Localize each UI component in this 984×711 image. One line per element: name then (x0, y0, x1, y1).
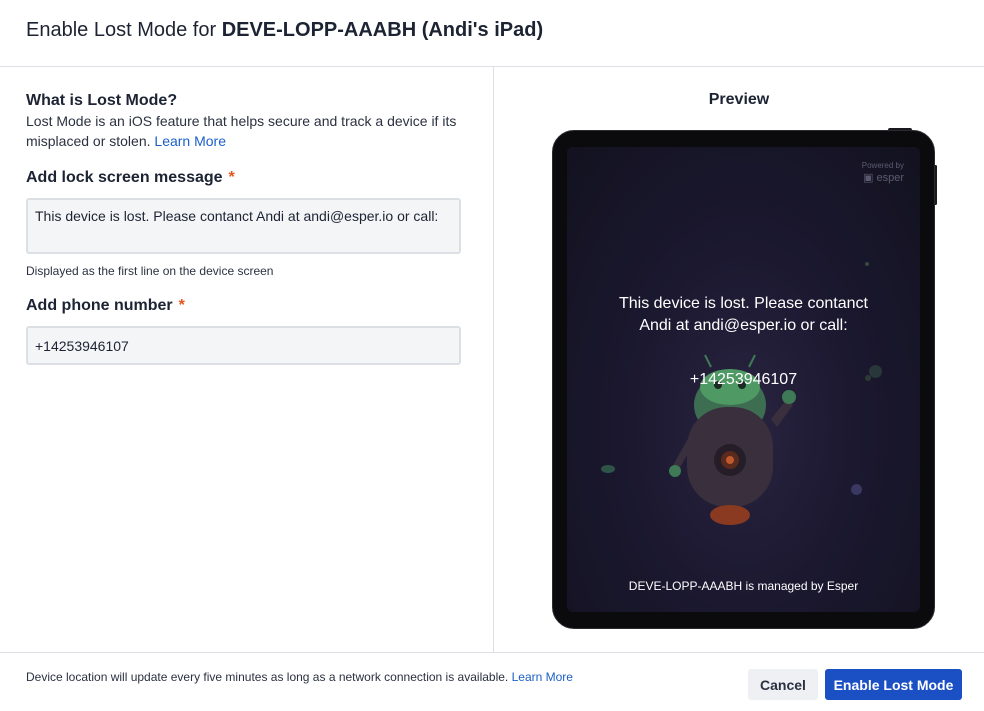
enable-lost-mode-button[interactable]: Enable Lost Mode (825, 669, 962, 700)
phone-number-input[interactable] (26, 326, 461, 365)
required-indicator: * (228, 169, 235, 186)
ipad-frame: Powered by ▣ esper This device is lost. … (552, 130, 935, 629)
preview-managed-text: DEVE-LOPP-AAABH is managed by Esper (628, 579, 859, 593)
preview-phone: +14253946107 (689, 371, 798, 388)
decor-dot (601, 465, 615, 473)
dialog-title: Enable Lost Mode for DEVE-LOPP-AAABH (An… (26, 17, 543, 43)
required-indicator: * (178, 297, 185, 314)
dialog-header: Enable Lost Mode for DEVE-LOPP-AAABH (An… (0, 0, 984, 67)
phone-label-text: Add phone number (26, 297, 173, 314)
learn-more-link[interactable]: Learn More (154, 133, 226, 149)
info-description: Lost Mode is an iOS feature that helps s… (26, 111, 466, 151)
powered-by-badge: Powered by ▣ esper (862, 161, 904, 185)
form-panel: What is Lost Mode? Lost Mode is an iOS f… (0, 67, 494, 652)
decor-dot (865, 262, 869, 266)
footer-note-text: Device location will update every five m… (26, 670, 512, 684)
brand-name: esper (876, 172, 904, 184)
decor-dot (851, 484, 862, 495)
preview-message: This device is lost. Please contanct And… (618, 295, 868, 334)
powered-by-text: Powered by (861, 161, 904, 170)
dialog-footer: Device location will update every five m… (0, 652, 984, 711)
phone-label: Add phone number * (26, 296, 185, 316)
device-screen: Powered by ▣ esper This device is lost. … (567, 147, 920, 612)
dialog-title-prefix: Enable Lost Mode for (26, 19, 222, 41)
info-description-text: Lost Mode is an iOS feature that helps s… (26, 113, 457, 149)
message-label: Add lock screen message * (26, 168, 235, 188)
info-heading: What is Lost Mode? (26, 92, 178, 109)
footer-note: Device location will update every five m… (26, 670, 573, 684)
message-label-text: Add lock screen message (26, 169, 223, 186)
message-hint: Displayed as the first line on the devic… (26, 264, 274, 278)
preview-panel: Preview Powered by ▣ esper This device i… (494, 67, 984, 652)
preview-title: Preview (708, 91, 770, 108)
footer-learn-more-link[interactable]: Learn More (512, 670, 573, 684)
dialog-title-device: DEVE-LOPP-AAABH (Andi's iPad) (221, 19, 544, 41)
esper-logo: ▣ esper (863, 172, 904, 184)
lock-screen-message-input[interactable]: This device is lost. Please contanct And… (26, 198, 461, 254)
cancel-button[interactable]: Cancel (748, 669, 818, 700)
